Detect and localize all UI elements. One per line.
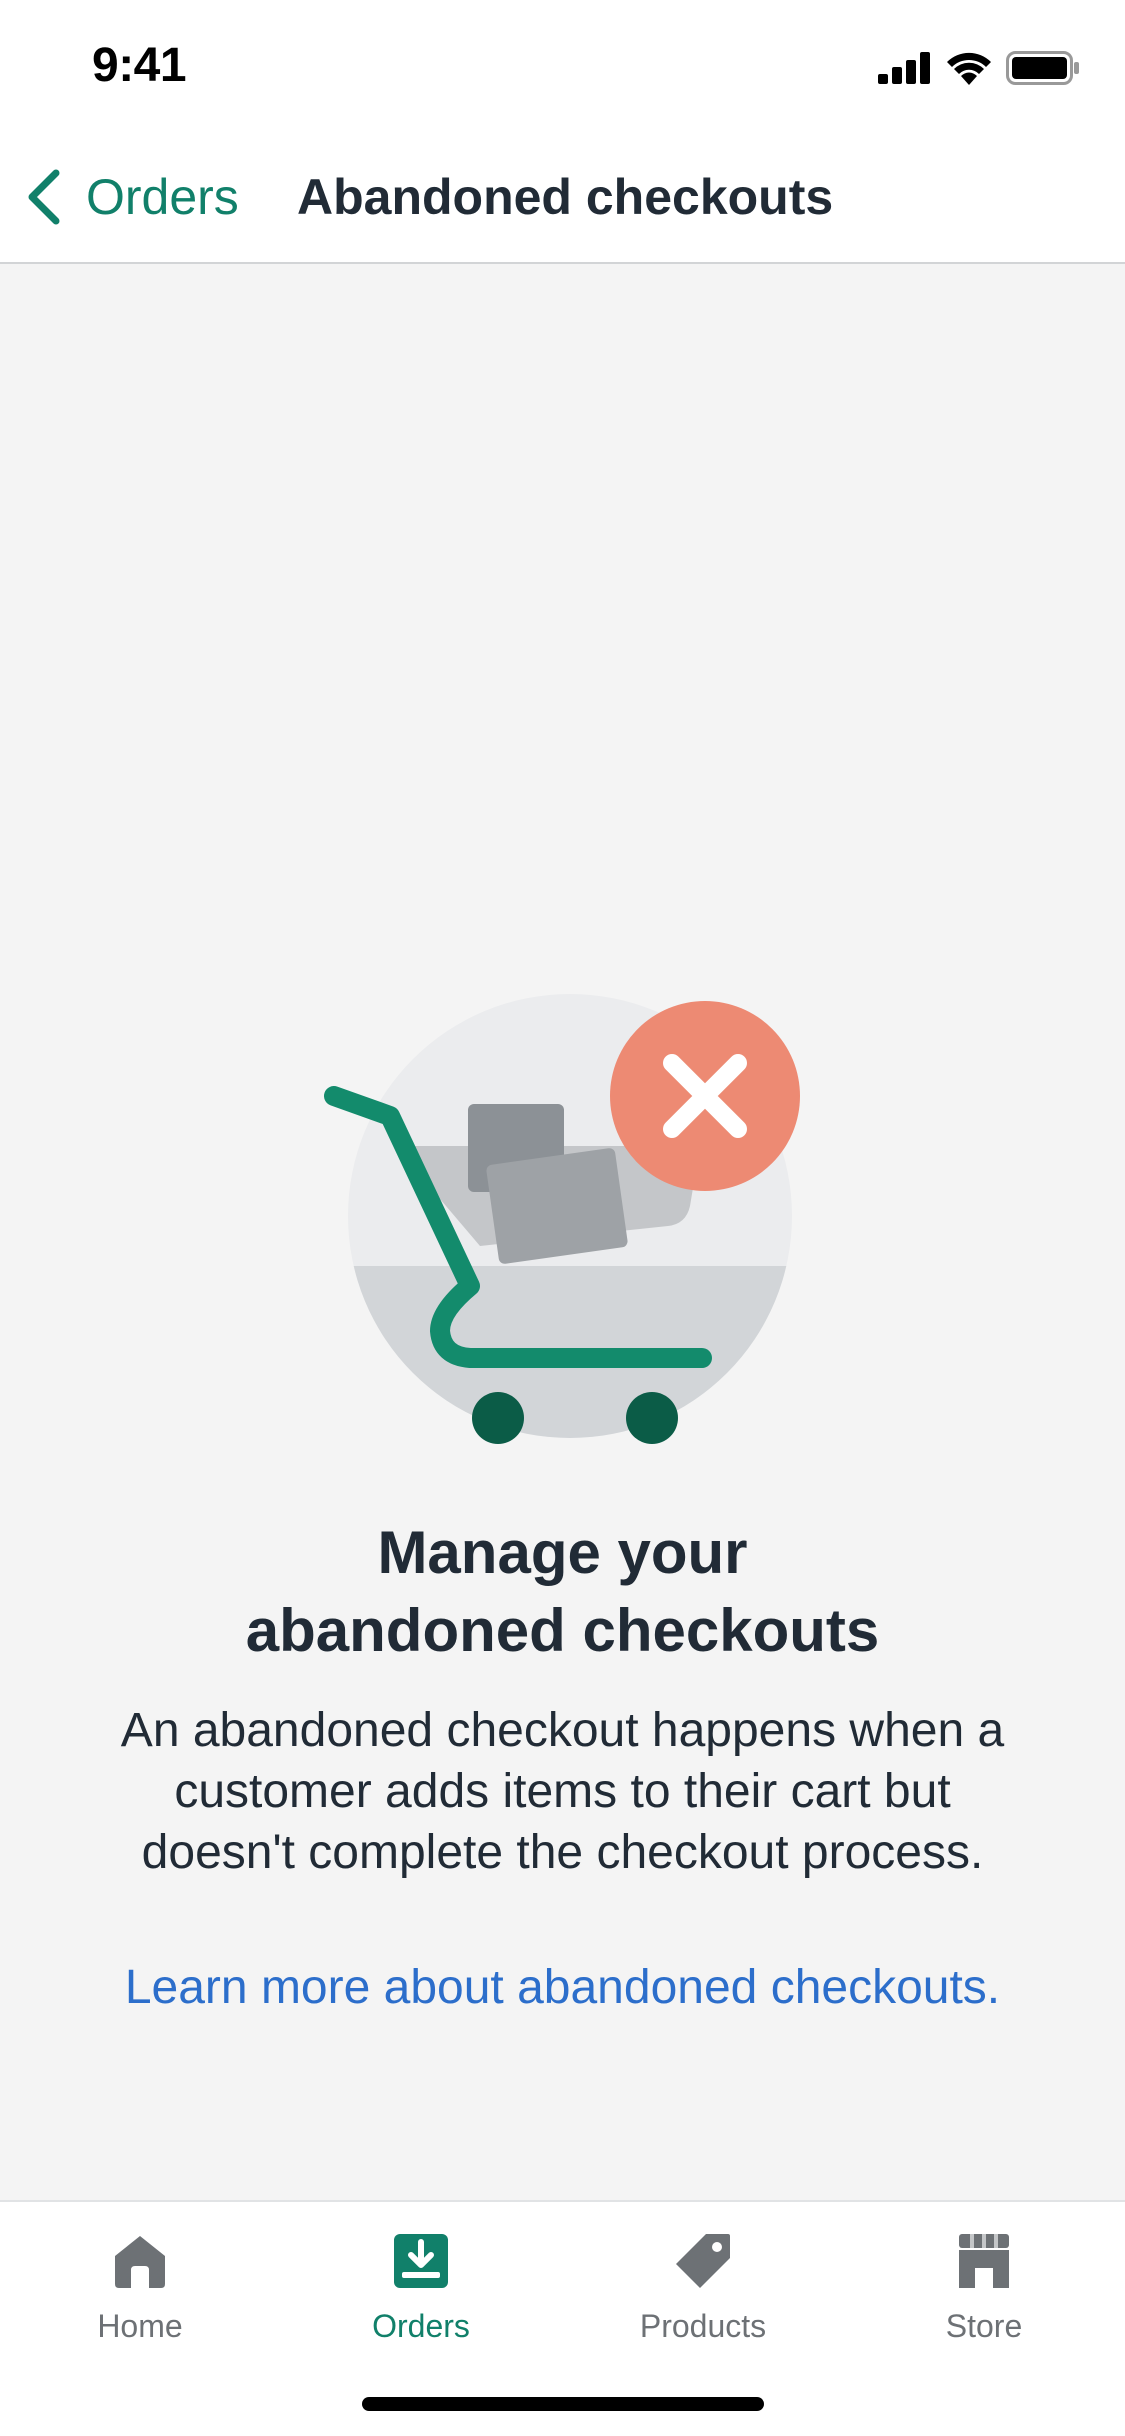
tab-label-orders: Orders [372,2308,470,2344]
tag-icon [676,2234,730,2288]
tab-orders[interactable]: Orders [321,2230,521,2360]
description-line-3: doesn't complete the checkout process. [141,1826,984,1879]
wifi-icon [947,52,991,85]
orders-inbox-icon [394,2234,448,2288]
status-time: 9:41 [92,39,187,92]
battery-icon [1006,51,1079,85]
description-line-1: An abandoned checkout happens when a [120,1704,1005,1757]
abandoned-checkouts-screen: 9:41 Orders Abandoned checkouts Manage y… [0,0,1125,2436]
home-indicator [362,2397,764,2411]
status-icons [878,48,1080,88]
heading-line-1: Manage your [377,1519,748,1586]
cellular-signal-icon [878,52,930,84]
learn-more-link[interactable]: Learn more about abandoned checkouts. [60,1958,1065,2018]
tab-bar: Home Orders Products Store [0,2200,1125,2436]
tab-home[interactable]: Home [40,2230,240,2360]
page-title: Abandoned checkouts [297,169,834,225]
tab-products[interactable]: Products [603,2230,803,2360]
tab-label-store: Store [945,2308,1023,2344]
store-icon [959,2234,1009,2288]
tab-label-home: Home [97,2308,183,2344]
empty-state-heading: Manage your abandoned checkouts [60,1514,1065,1670]
back-button[interactable]: Orders [24,162,239,232]
back-label: Orders [86,169,239,225]
empty-state-description: An abandoned checkout happens when a cus… [70,1700,1055,1883]
chevron-left-icon [28,169,60,225]
status-bar: 9:41 [0,0,1125,132]
description-line-2: customer adds items to their cart but [174,1765,951,1818]
tab-label-products: Products [639,2308,767,2344]
empty-state: Manage your abandoned checkouts An aband… [0,264,1125,2200]
shopping-cart-with-x-icon [324,994,800,1444]
heading-line-2: abandoned checkouts [245,1597,880,1664]
tab-store[interactable]: Store [884,2230,1084,2360]
home-icon [115,2236,165,2288]
navigation-bar: Orders Abandoned checkouts [0,132,1125,264]
